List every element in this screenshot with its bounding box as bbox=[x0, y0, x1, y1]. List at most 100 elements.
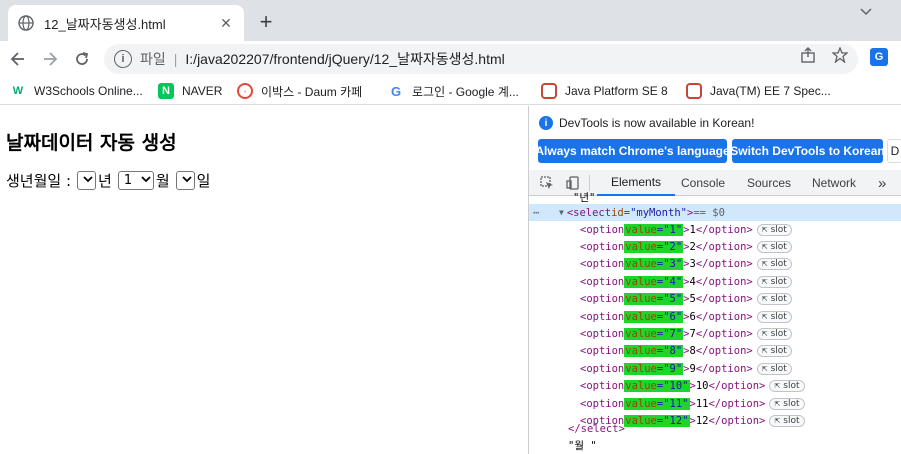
console-ref: == $0 bbox=[693, 206, 725, 219]
option-node[interactable]: <option value="3" >3 </option> ⇱ slot bbox=[580, 256, 792, 273]
option-node[interactable]: <option value="1" >1 </option> ⇱ slot bbox=[580, 221, 792, 238]
forward-icon[interactable] bbox=[36, 45, 64, 73]
page-title: 날짜데이터 자동 생성 bbox=[6, 132, 177, 154]
tab-title: 12_날짜자동생성.html bbox=[44, 16, 166, 32]
slot-badge[interactable]: ⇱ slot bbox=[756, 275, 792, 288]
option-text: 10 bbox=[695, 380, 709, 393]
option-value-highlight: value="3" bbox=[624, 258, 684, 271]
text-node-content: "월 " bbox=[568, 440, 597, 452]
chevron-down-icon[interactable] bbox=[860, 5, 872, 19]
more-icon[interactable]: ⋯ bbox=[533, 207, 539, 219]
option-value-highlight: value="8" bbox=[624, 345, 684, 358]
close-icon[interactable]: ✕ bbox=[216, 13, 236, 33]
browser-tab[interactable]: 12_날짜자동생성.html ✕ bbox=[8, 5, 244, 41]
slot-badge[interactable]: ⇱ slot bbox=[769, 397, 805, 410]
tag-end: </option> bbox=[708, 397, 766, 410]
tag-end: </option> bbox=[695, 258, 753, 271]
expand-triangle-icon[interactable]: ▼ bbox=[559, 208, 564, 217]
slot-badge[interactable]: ⇱ slot bbox=[756, 327, 792, 340]
url-scheme-label: 파일 bbox=[140, 51, 166, 67]
new-tab-button[interactable]: + bbox=[254, 9, 278, 34]
slot-badge[interactable]: ⇱ slot bbox=[756, 310, 792, 323]
option-node[interactable]: <option value="2" >2 </option> ⇱ slot bbox=[580, 238, 792, 255]
option-value: "8" bbox=[663, 345, 683, 358]
tab-network[interactable]: Network bbox=[812, 170, 856, 196]
bookmark-label: 로그인 - Google 계... bbox=[412, 84, 519, 99]
option-value-highlight: value="6" bbox=[624, 310, 684, 323]
option-node[interactable]: <option value="10" >10 </option> ⇱ slot bbox=[580, 378, 805, 395]
option-value: "7" bbox=[663, 327, 683, 340]
address-bar[interactable]: i 파일 | I:/java202207/frontend/jQuery/12_… bbox=[104, 44, 858, 74]
slot-badge[interactable]: ⇱ slot bbox=[756, 240, 792, 253]
slot-icon: ⇱ bbox=[761, 277, 768, 286]
month-select[interactable]: 1 bbox=[117, 171, 154, 190]
slot-icon: ⇱ bbox=[761, 260, 768, 269]
bookmark-item-java-ee[interactable]: Java(TM) EE 7 Spec... bbox=[686, 82, 831, 100]
option-node[interactable]: <option value="9" >9 </option> ⇱ slot bbox=[580, 360, 792, 377]
slot-label: slot bbox=[770, 346, 787, 357]
month-suffix: 월 bbox=[155, 172, 170, 190]
bookmark-star-icon[interactable] bbox=[831, 46, 849, 68]
slot-badge[interactable]: ⇱ slot bbox=[769, 380, 805, 393]
slot-badge[interactable]: ⇱ slot bbox=[756, 362, 792, 375]
tag-end: </option> bbox=[695, 275, 753, 288]
selected-select-node[interactable]: ⋯ ▼ <select id = "myMonth" > == $0 bbox=[529, 204, 901, 221]
url-separator: | bbox=[173, 51, 178, 67]
tab-console[interactable]: Console bbox=[681, 170, 725, 196]
year-select[interactable] bbox=[77, 171, 97, 190]
browser-toolbar: i 파일 | I:/java202207/frontend/jQuery/12_… bbox=[0, 41, 901, 77]
option-value: "10" bbox=[663, 380, 689, 393]
translate-icon[interactable]: G bbox=[870, 48, 888, 66]
option-node[interactable]: <option value="6" >6 </option> ⇱ slot bbox=[580, 308, 792, 325]
tag-end: </option> bbox=[708, 380, 766, 393]
slot-label: slot bbox=[783, 381, 800, 392]
slot-badge[interactable]: ⇱ slot bbox=[769, 414, 805, 427]
option-node[interactable]: <option value="8" >8 </option> ⇱ slot bbox=[580, 343, 792, 360]
option-value-highlight: value="7" bbox=[624, 327, 684, 340]
reload-icon[interactable] bbox=[68, 45, 96, 73]
tag-open: <option bbox=[580, 380, 625, 393]
inspect-element-icon[interactable] bbox=[537, 173, 557, 193]
dont-show-again-button[interactable]: D bbox=[887, 139, 901, 163]
tag-open: <option bbox=[580, 293, 625, 306]
share-icon[interactable] bbox=[800, 47, 816, 68]
devtools-notice: i DevTools is now available in Korean! bbox=[539, 116, 754, 130]
bookmark-item-google[interactable]: G 로그인 - Google 계... bbox=[388, 82, 519, 100]
bookmark-item-java-se[interactable]: Java Platform SE 8 bbox=[541, 82, 668, 100]
tab-sources[interactable]: Sources bbox=[747, 170, 791, 196]
option-node[interactable]: <option value="7" >7 </option> ⇱ slot bbox=[580, 325, 792, 342]
slot-badge[interactable]: ⇱ slot bbox=[756, 223, 792, 236]
tab-elements[interactable]: Elements bbox=[597, 170, 676, 196]
chevron-down-icon bbox=[182, 175, 192, 186]
option-value: "3" bbox=[663, 258, 683, 271]
option-node[interactable]: <option value="5" >5 </option> ⇱ slot bbox=[580, 291, 792, 308]
slot-label: slot bbox=[770, 224, 787, 235]
close-select-node[interactable]: </select> bbox=[568, 420, 625, 437]
bookmark-item-daum[interactable]: ◦ 이박스 - Daum 카페 bbox=[237, 82, 362, 100]
more-tabs-icon[interactable]: » bbox=[878, 170, 886, 196]
option-value-highlight: value="12" bbox=[624, 414, 690, 427]
option-value-highlight: value="5" bbox=[624, 293, 684, 306]
month-select-value: 1 bbox=[123, 173, 133, 188]
slot-badge[interactable]: ⇱ slot bbox=[756, 258, 792, 271]
switch-to-korean-button[interactable]: Switch DevTools to Korean bbox=[730, 139, 885, 163]
always-match-language-button[interactable]: Always match Chrome's language bbox=[535, 139, 730, 163]
tag-end: </option> bbox=[695, 240, 753, 253]
tag-close-select: </select> bbox=[568, 422, 625, 435]
option-node[interactable]: <option value="11" >11 </option> ⇱ slot bbox=[580, 395, 805, 412]
day-select[interactable] bbox=[175, 171, 195, 190]
info-icon[interactable]: i bbox=[114, 50, 132, 68]
chevron-down-icon bbox=[141, 175, 151, 186]
oracle-icon bbox=[541, 83, 557, 99]
tag-open: <option bbox=[580, 275, 625, 288]
option-text: 11 bbox=[695, 397, 709, 410]
option-node[interactable]: <option value="4" >4 </option> ⇱ slot bbox=[580, 273, 792, 290]
slot-badge[interactable]: ⇱ slot bbox=[756, 293, 792, 306]
bookmark-item-naver[interactable]: N NAVER bbox=[158, 82, 222, 100]
slot-icon: ⇱ bbox=[774, 416, 781, 425]
back-icon[interactable] bbox=[4, 45, 32, 73]
bookmark-item-w3schools[interactable]: W W3Schools Online... bbox=[10, 82, 143, 100]
slot-badge[interactable]: ⇱ slot bbox=[756, 345, 792, 358]
birthdate-row: 생년월일 : 년 1 월 일 bbox=[6, 170, 210, 191]
tag-end: </option> bbox=[695, 293, 753, 306]
